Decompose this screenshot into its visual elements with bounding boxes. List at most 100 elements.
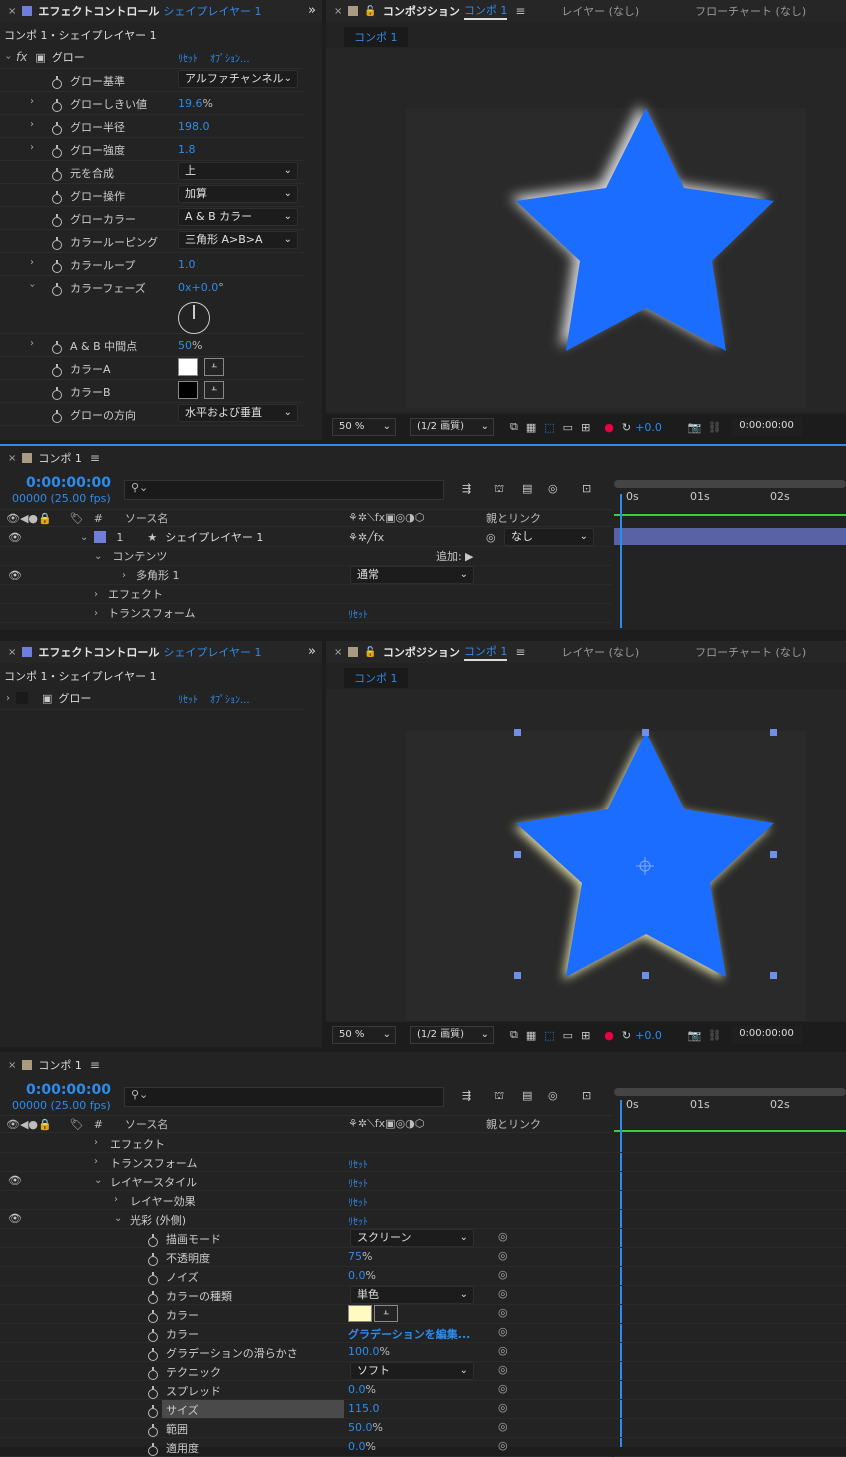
link-icon[interactable]: ⛓ [708,1029,722,1042]
add-menu-icon[interactable]: ▶ [465,550,473,563]
stopwatch-icon[interactable] [148,1443,158,1456]
comp-subtab[interactable]: コンポ 1 [344,27,408,47]
timeline-track[interactable] [614,1267,846,1286]
current-time[interactable]: 0:00:00:00 [26,475,111,491]
region-of-interest-icon[interactable]: ▭ [563,1029,573,1042]
stopwatch-icon[interactable] [52,76,62,89]
frame-blending-icon[interactable]: ▤ [522,482,532,495]
property-value[interactable]: 0.0% [348,1269,376,1282]
property-value[interactable]: 115.0 [348,1402,380,1415]
close-icon[interactable]: × [8,453,16,464]
region-of-interest-icon[interactable]: ▭ [563,421,573,434]
guides-icon[interactable]: ⊞ [581,421,590,434]
timeline-track[interactable] [614,1229,846,1248]
channel-icon[interactable]: ● [604,1029,614,1042]
lock-icon[interactable]: 🔓 [364,647,376,658]
viewer-timecode[interactable]: 0:00:00:00 [731,418,802,436]
time-ruler[interactable]: 0s 01s 02s [614,1084,846,1132]
effect-property-row[interactable]: › A & B 中間点 50% [0,334,304,357]
stopwatch-icon[interactable] [148,1405,158,1418]
work-area-bar[interactable] [614,514,846,516]
stopwatch-icon[interactable] [52,122,62,135]
stopwatch-icon[interactable] [148,1424,158,1437]
stopwatch-icon[interactable] [52,364,62,377]
timeline-property-row[interactable]: カラー グラデーションを編集... ◎ [0,1324,612,1343]
timeline-track[interactable] [614,1191,846,1210]
property-value[interactable]: 1.0 [178,258,196,271]
effect-property-row[interactable]: › グローしきい値 19.6% [0,92,304,115]
chevron-down-icon[interactable]: ⌄ [94,551,102,562]
expression-pickwhip-icon[interactable]: ◎ [498,1287,508,1300]
reset-link[interactable]: ﾘｾｯﾄ [348,1156,368,1171]
timeline-property-row[interactable]: 不透明度 75% ◎ [0,1248,612,1267]
options-link[interactable]: ｵﾌﾟｼｮﾝ... [210,691,250,706]
reset-link[interactable]: ﾘｾｯﾄ [348,606,368,621]
stopwatch-icon[interactable] [52,168,62,181]
property-dropdown[interactable]: 単色 ⌄ [350,1286,474,1304]
chevron-right-icon[interactable]: › [6,693,10,704]
chevron-down-icon[interactable]: ⌄ [80,532,88,543]
timeline-track[interactable] [614,1305,846,1324]
fast-preview-icon[interactable]: ⧉ [510,1028,518,1042]
fx-icon[interactable]: fx [16,50,27,64]
timeline-property-row[interactable]: カラーの種類 単色 ⌄ ◎ [0,1286,612,1305]
expression-pickwhip-icon[interactable]: ◎ [498,1344,508,1357]
layer-name[interactable]: シェイプレイヤー 1 [165,529,263,545]
close-icon[interactable]: × [8,6,16,17]
chevron-right-icon[interactable]: › [30,119,34,130]
expression-pickwhip-icon[interactable]: ◎ [498,1363,508,1376]
chevron-right-icon[interactable]: › [114,1194,118,1205]
edit-gradient-link[interactable]: グラデーションを編集... [348,1326,470,1342]
exposure-value[interactable]: +0.0 [635,421,662,434]
expression-pickwhip-icon[interactable]: ◎ [498,1306,508,1319]
search-input[interactable]: ⚲⌄ [124,480,444,500]
stopwatch-icon[interactable] [148,1234,158,1247]
panel-title[interactable]: コンポジション [383,644,460,660]
blend-mode-dropdown[interactable]: 通常 ⌄ [350,566,474,584]
parent-column[interactable]: 親とリンク [486,510,541,526]
timeline-track[interactable] [614,1153,846,1172]
timeline-property-row[interactable]: テクニック ソフト ⌄ ◎ [0,1362,612,1381]
link-icon[interactable]: ⛓ [708,421,722,434]
star-shape[interactable] [326,48,846,412]
comp-viewer[interactable] [326,48,846,412]
options-link[interactable]: ｵﾌﾟｼｮﾝ... [210,50,250,65]
camera-icon[interactable]: 📷 [688,421,702,434]
property-value[interactable]: 198.0 [178,120,210,133]
motion-blur-icon[interactable]: ◎ [548,1089,558,1102]
color-swatch[interactable] [178,381,198,399]
expand-panels-icon[interactable]: » [308,644,316,659]
channel-icon[interactable]: ● [604,421,614,434]
parent-column[interactable]: 親とリンク [486,1116,541,1132]
timeline-track[interactable] [614,1286,846,1305]
effect-property-row[interactable]: グロー操作 加算 ⌄ [0,184,304,207]
contents-row[interactable]: ⌄ コンテンツ 追加: ▶ [0,547,612,566]
eye-icon[interactable]: 👁 [8,569,22,582]
chevron-right-icon[interactable]: › [30,142,34,153]
property-value[interactable]: 75% [348,1250,372,1263]
close-icon[interactable]: × [8,647,16,658]
property-value[interactable]: 0.0% [348,1383,376,1396]
comp-viewer[interactable] [326,689,846,1021]
chevron-right-icon[interactable]: › [30,257,34,268]
stopwatch-icon[interactable] [148,1348,158,1361]
motion-blur-icon[interactable]: ◎ [548,482,558,495]
timeline-track[interactable] [614,1134,846,1153]
chevron-down-icon[interactable]: ⌄ [114,1213,122,1224]
resolution-dropdown[interactable]: (1/2 画質) ⌄ [410,1026,494,1044]
timeline-track[interactable] [614,1438,846,1457]
effect-property-row[interactable]: カラーA ⫠ [0,357,304,380]
effect-property-row[interactable]: › グロー強度 1.8 [0,138,304,161]
effect-property-row[interactable]: › カラーループ 1.0 [0,253,304,276]
effect-property-row[interactable]: 元を合成 上 ⌄ [0,161,304,184]
expression-pickwhip-icon[interactable]: ◎ [498,1401,508,1414]
timeline-property-row[interactable]: 👁 ⌄ レイヤースタイル ﾘｾｯﾄ [0,1172,612,1191]
stopwatch-icon[interactable] [148,1329,158,1342]
pickwhip-icon[interactable]: ◎ [486,531,496,544]
reset-link[interactable]: ﾘｾｯﾄ [348,1175,368,1190]
effect-header-row[interactable]: › fx ▣ グロー ﾘｾｯﾄ ｵﾌﾟｼｮﾝ... [0,46,304,69]
work-area-bar[interactable] [614,1130,846,1132]
expression-pickwhip-icon[interactable]: ◎ [498,1325,508,1338]
effects-row[interactable]: › エフェクト [0,585,612,604]
timeline-property-row[interactable]: スプレッド 0.0% ◎ [0,1381,612,1400]
